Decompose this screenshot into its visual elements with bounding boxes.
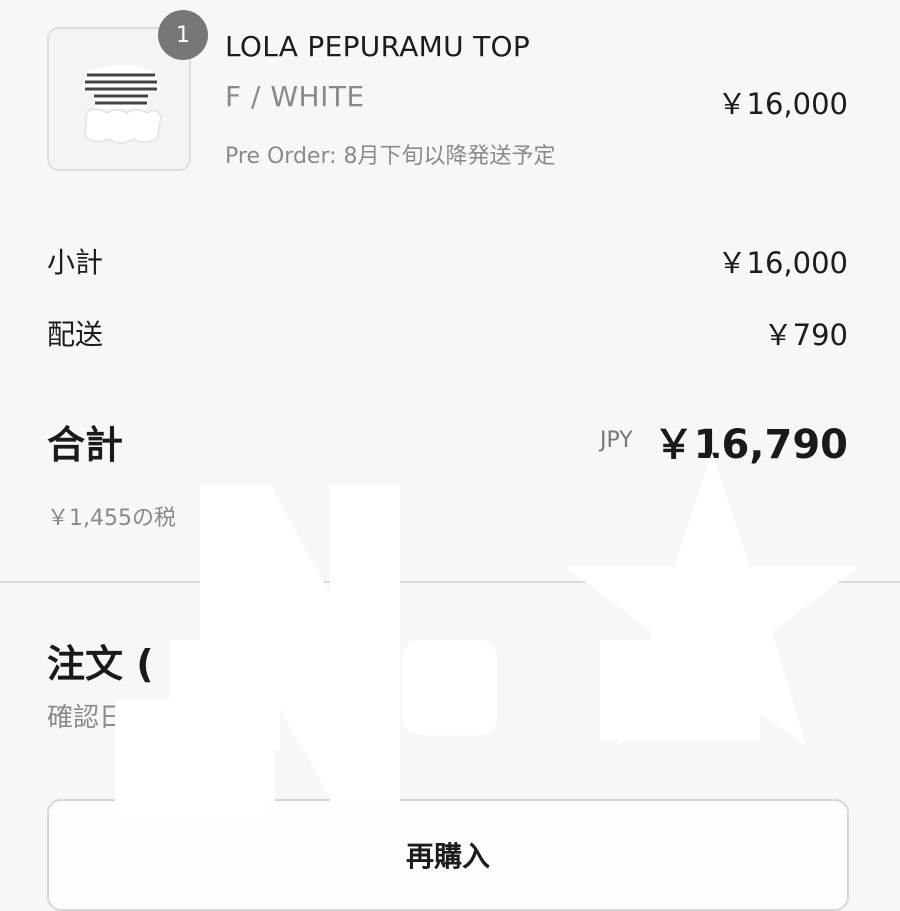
order-confirm-date: 確認日: 6 [47,703,159,733]
subtotal-label: 小計 [47,246,104,279]
tax-note: ￥1,455の税 [47,506,176,531]
shipping-label: 配送 [47,318,104,351]
product-variant: F / WHITE [225,80,365,113]
section-divider [0,581,900,583]
total-label: 合計 [47,423,124,467]
subtotal-value: ￥16,000 [717,246,848,280]
total-currency: JPY [600,428,633,453]
order-heading: 注文 ( [47,642,154,686]
product-price: ￥16,000 [717,87,848,121]
preorder-note: Pre Order: 8月下旬以降発送予定 [225,144,556,169]
total-value: ￥16,790 [653,422,848,468]
product-name: LOLA PEPURAMU TOP [225,30,531,63]
quantity-badge: 1 [158,10,208,60]
shipping-value: ￥790 [763,318,848,352]
rebuy-button[interactable]: 再購入 [47,799,849,911]
